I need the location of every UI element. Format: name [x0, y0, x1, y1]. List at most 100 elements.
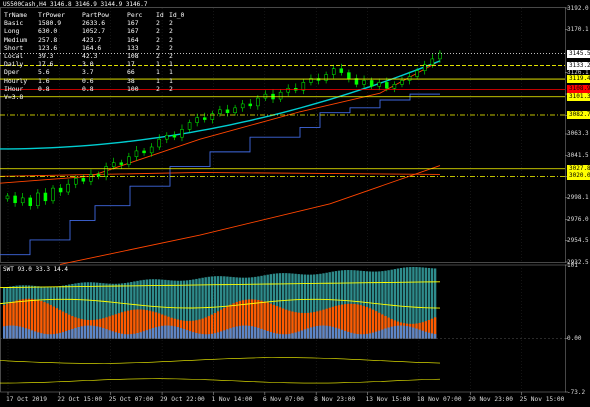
chart-window[interactable]: US500Cash,H4 3146.8 3146.9 3144.9 3146.7…	[0, 0, 590, 407]
osc-bar-blue	[21, 327, 24, 339]
candle-body	[202, 117, 207, 120]
osc-bar-orange	[282, 308, 285, 339]
osc-bar-blue	[359, 334, 362, 339]
osc-bar-blue	[49, 334, 52, 339]
osc-bar-blue	[142, 331, 145, 339]
table-row: Short 123.6 164.6 133 2 2	[4, 44, 183, 52]
candle-body	[66, 183, 70, 193]
candle-body	[134, 150, 139, 158]
oscillator-label: SWT 93.0 33.3 14.4	[3, 266, 69, 273]
osc-bar-blue	[52, 334, 55, 339]
osc-bar-blue	[337, 328, 341, 339]
candle-body	[20, 197, 25, 204]
osc-y-tick-label: 101	[567, 261, 578, 269]
table-cell: 133	[127, 43, 139, 52]
table-row: Long 630.0 1052.7 167 2 2	[4, 27, 183, 35]
table-cell: 1	[156, 60, 160, 69]
table-cell: 3.0	[82, 60, 94, 69]
osc-bar-blue	[189, 331, 192, 339]
candle-body	[43, 192, 48, 202]
osc-bar-blue	[195, 332, 198, 339]
osc-bar-blue	[297, 331, 300, 339]
table-row: Local 39.3 42.3 108 2 2	[4, 52, 183, 60]
osc-bar-blue	[207, 334, 210, 339]
osc-bar-blue	[216, 332, 220, 339]
osc-bar-blue	[257, 327, 260, 339]
table-footer: V=3.8	[4, 92, 24, 101]
osc-bar-blue	[306, 328, 310, 339]
osc-bar-blue	[269, 332, 272, 339]
osc-bar-blue	[238, 325, 241, 339]
candle-body	[430, 58, 435, 66]
osc-bar-blue	[96, 326, 99, 339]
osc-y-tick-label: 0.00	[567, 335, 582, 343]
table-cell: 2	[156, 19, 160, 28]
osc-bar-orange	[43, 302, 46, 339]
osc-bar-blue	[406, 326, 409, 339]
osc-bar-blue	[393, 326, 396, 339]
table-cell: 17.6	[38, 60, 54, 69]
osc-bar-blue	[409, 326, 412, 339]
osc-bar-blue	[83, 325, 86, 339]
table-cell: 1	[169, 68, 173, 77]
osc-bar-blue	[399, 325, 403, 339]
table-cell: 2	[169, 84, 173, 93]
stats-table: TrName TrPower PartPow Perc Id Id_0 Basic 1580.…	[4, 11, 185, 101]
osc-bar-blue	[173, 326, 176, 339]
osc-bar-orange	[356, 304, 359, 339]
osc-bar-blue	[415, 328, 418, 339]
osc-bar-blue	[288, 333, 291, 339]
osc-bar-blue	[266, 331, 269, 339]
table-cell: 2	[156, 43, 160, 52]
candle-body	[187, 122, 192, 130]
osc-bar-blue	[102, 328, 105, 339]
osc-bar-blue	[347, 331, 350, 339]
osc-bar-blue	[309, 327, 313, 339]
table-cell: Hourly	[4, 76, 28, 85]
osc-bar-blue	[344, 330, 347, 339]
x-tick-label: 18 Nov 07:00	[416, 396, 462, 403]
osc-bar-blue	[226, 329, 229, 339]
osc-bar-blue	[384, 328, 387, 339]
osc-bar-blue	[71, 328, 74, 339]
osc-bar-blue	[244, 325, 248, 339]
osc-bar-blue	[340, 329, 344, 339]
osc-bar-blue	[334, 327, 338, 339]
table-cell: 2	[156, 35, 160, 44]
y-tick-label: 3063.3	[567, 130, 589, 138]
osc-bar-blue	[77, 327, 80, 339]
table-cell: 2633.6	[82, 19, 106, 28]
osc-bar-blue	[294, 332, 297, 339]
candle-body	[256, 97, 260, 107]
osc-bar-blue	[30, 330, 34, 339]
table-row: Dper 5.6 3.7 66 1 1	[4, 68, 183, 76]
osc-bar-blue	[285, 334, 288, 339]
table-cell: 423.7	[82, 35, 102, 44]
osc-bar-orange	[359, 305, 362, 339]
table-cell: Id_0	[169, 11, 185, 19]
osc-bar-blue	[55, 333, 59, 339]
osc-bar-blue	[220, 331, 223, 339]
osc-bar-blue	[275, 333, 279, 339]
candle-body	[339, 68, 344, 73]
osc-bar-blue	[378, 330, 381, 339]
table-cell: 3.7	[82, 68, 94, 77]
osc-bar-blue	[105, 329, 108, 339]
osc-bar-blue	[229, 328, 232, 339]
osc-bar-blue	[371, 332, 375, 339]
osc-bar-blue	[61, 332, 65, 339]
x-tick-label: 20 Nov 23:00	[468, 396, 513, 403]
chart-title: US500Cash,H4 3146.8 3146.9 3144.9 3146.7	[3, 1, 148, 8]
table-cell: Basic	[4, 19, 24, 28]
osc-bar-orange	[49, 304, 52, 339]
table-cell: 1.6	[38, 76, 50, 85]
x-tick-label: 29 Oct 22:00	[160, 396, 205, 403]
osc-bar-blue	[43, 333, 46, 339]
osc-bar-blue	[111, 331, 114, 339]
osc-bar-blue	[3, 326, 6, 339]
osc-bar-blue	[198, 333, 201, 339]
candle-body	[233, 107, 237, 113]
osc-bar-blue	[27, 329, 31, 339]
osc-bar-blue	[99, 327, 102, 339]
table-cell: 164.6	[82, 43, 102, 52]
